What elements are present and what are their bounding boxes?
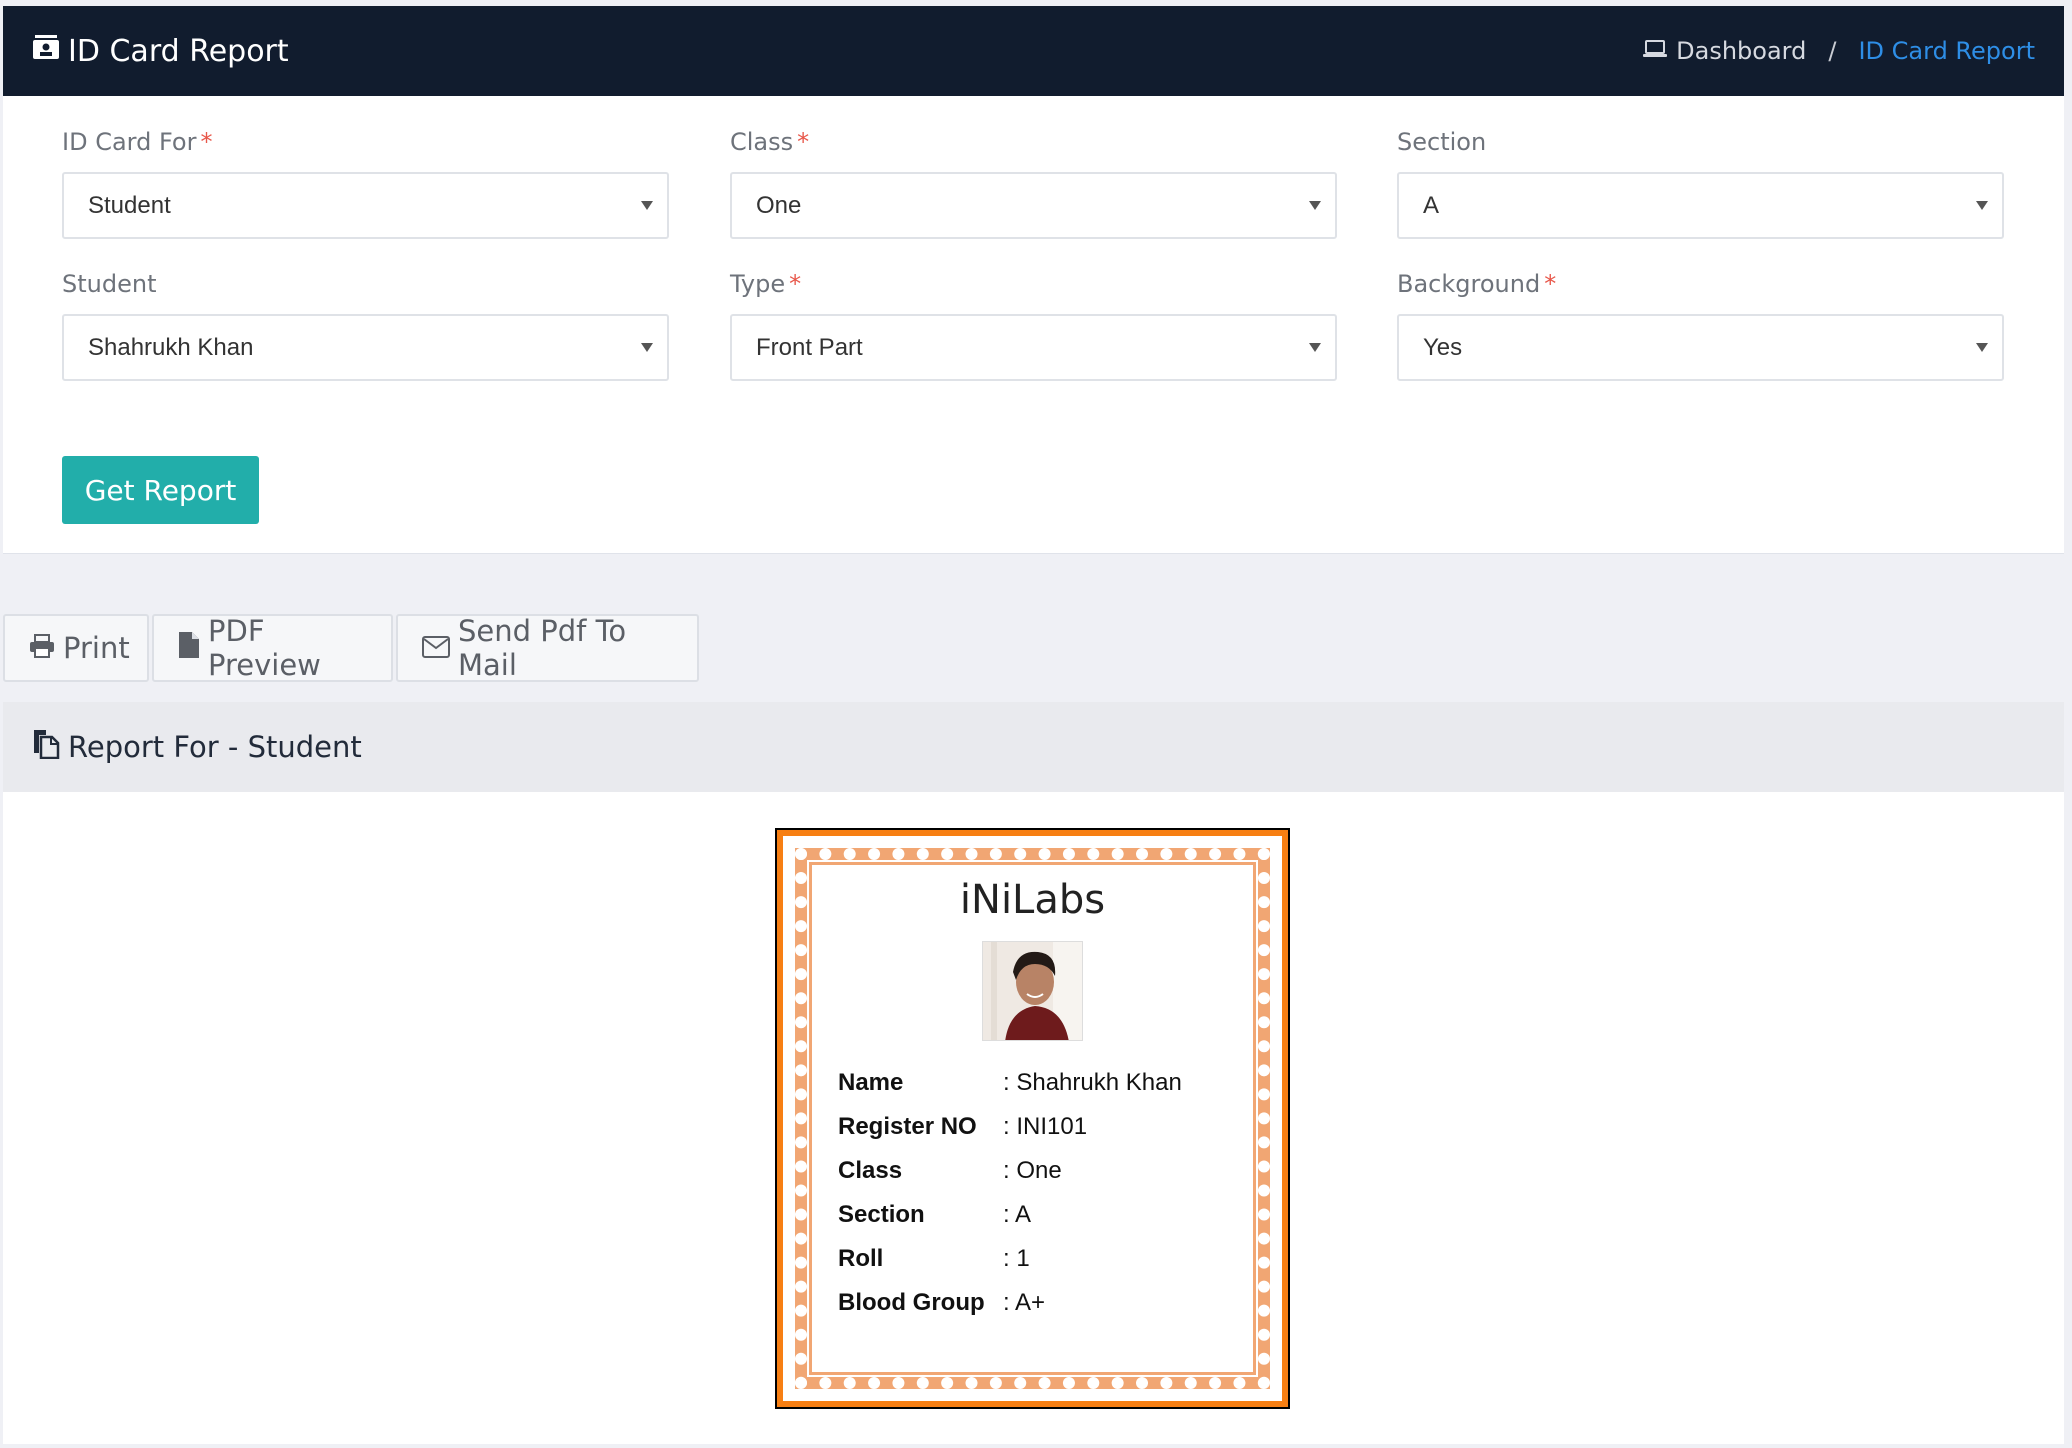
id-card-icon (32, 33, 68, 69)
breadcrumb-dashboard[interactable]: Dashboard (1642, 37, 1806, 65)
report-header: Report For - Student (3, 702, 2064, 792)
laptop-icon (1642, 37, 1676, 65)
breadcrumb-dashboard-label: Dashboard (1676, 37, 1807, 65)
field-label: Class * (730, 128, 810, 156)
field-type: Type * Front Part (730, 270, 1337, 381)
field-roll-value: 1 (1003, 1245, 1029, 1273)
id-card-row: Blood Group A+ (838, 1281, 1253, 1325)
page-title-text: ID Card Report (68, 33, 289, 69)
field-section: Section A (1397, 128, 2004, 239)
field-label: Type * (730, 270, 802, 298)
select-value: A (1423, 191, 1440, 219)
field-class-value: One (1003, 1157, 1061, 1185)
field-name-value: Shahrukh Khan (1003, 1069, 1181, 1097)
required-marker: * (200, 128, 213, 156)
field-label: ID Card For * (62, 128, 213, 156)
get-report-button[interactable]: Get Report (62, 456, 259, 524)
filter-panel: ID Card For * Student Class * One Section … (3, 96, 2064, 554)
report-title: Report For - Student (68, 730, 362, 764)
background-select[interactable]: Yes (1397, 314, 2004, 381)
caret-down-icon (1976, 201, 1988, 210)
id-card-for-select[interactable]: Student (62, 172, 669, 239)
field-student: Student Shahrukh Khan (62, 270, 669, 381)
print-icon (29, 631, 63, 665)
field-label: Background * (1397, 270, 1557, 298)
page-title: ID Card Report (32, 33, 289, 69)
field-label: Student (62, 270, 157, 298)
id-card-row: Register NO INI101 (838, 1105, 1253, 1149)
page-header: ID Card Report Dashboard / ID Card Repor… (3, 6, 2064, 96)
send-pdf-mail-button[interactable]: Send Pdf To Mail (396, 614, 699, 682)
field-class-label: Class (838, 1157, 903, 1184)
pdf-preview-button[interactable]: PDF Preview (152, 614, 393, 682)
student-photo (982, 941, 1083, 1041)
copy-icon (32, 729, 68, 766)
select-value: Yes (1423, 333, 1463, 361)
field-name-label: Name (838, 1069, 904, 1096)
field-section-label: Section (838, 1201, 925, 1228)
field-id-card-for: ID Card For * Student (62, 128, 669, 239)
caret-down-icon (1309, 343, 1321, 352)
select-value: Shahrukh Khan (88, 333, 254, 361)
caret-down-icon (641, 201, 653, 210)
print-label: Print (63, 631, 130, 665)
field-register-value: INI101 (1003, 1113, 1087, 1141)
id-card-row: Section A (838, 1193, 1253, 1237)
type-select[interactable]: Front Part (730, 314, 1337, 381)
pdf-preview-label: PDF Preview (208, 614, 321, 682)
field-section-value: A (1003, 1201, 1031, 1229)
breadcrumb: Dashboard / ID Card Report (1642, 37, 2035, 65)
field-label: Section (1397, 128, 1487, 156)
id-card-row: Name Shahrukh Khan (838, 1061, 1253, 1105)
file-icon (178, 631, 208, 666)
section-select[interactable]: A (1397, 172, 2004, 239)
id-card-fields: Name Shahrukh Khan Register NO INI101 Clas… (838, 1061, 1253, 1325)
student-select[interactable]: Shahrukh Khan (62, 314, 669, 381)
id-card-content: iNiLabs Name Shahrukh Khan Register NO INI… (809, 862, 1256, 1375)
breadcrumb-current: ID Card Report (1858, 37, 2035, 65)
id-card: iNiLabs Name Shahrukh Khan Register NO INI… (775, 828, 1290, 1409)
id-card-frame: iNiLabs Name Shahrukh Khan Register NO INI… (783, 836, 1282, 1401)
required-marker: * (797, 128, 810, 156)
report-actions: Print PDF Preview Send Pdf To Mail (3, 614, 702, 682)
id-card-row: Class One (838, 1149, 1253, 1193)
field-class: Class * One (730, 128, 1337, 239)
class-select[interactable]: One (730, 172, 1337, 239)
print-button[interactable]: Print (3, 614, 149, 682)
select-value: Student (88, 191, 171, 219)
envelope-icon (422, 631, 458, 665)
caret-down-icon (1976, 343, 1988, 352)
send-pdf-mail-label: Send Pdf To Mail (458, 614, 627, 682)
required-marker: * (1544, 270, 1557, 298)
field-roll-label: Roll (838, 1245, 884, 1272)
id-card-org-name: iNiLabs (959, 877, 1106, 923)
field-blood-group-label: Blood Group (838, 1289, 985, 1316)
caret-down-icon (641, 343, 653, 352)
required-marker: * (789, 270, 802, 298)
field-background: Background * Yes (1397, 270, 2004, 381)
field-register-label: Register NO (838, 1113, 977, 1140)
id-card-row: Roll 1 (838, 1237, 1253, 1281)
select-value: One (756, 191, 802, 219)
breadcrumb-separator: / (1828, 37, 1837, 65)
caret-down-icon (1309, 201, 1321, 210)
select-value: Front Part (756, 333, 863, 361)
field-blood-group-value: A+ (1003, 1289, 1045, 1317)
